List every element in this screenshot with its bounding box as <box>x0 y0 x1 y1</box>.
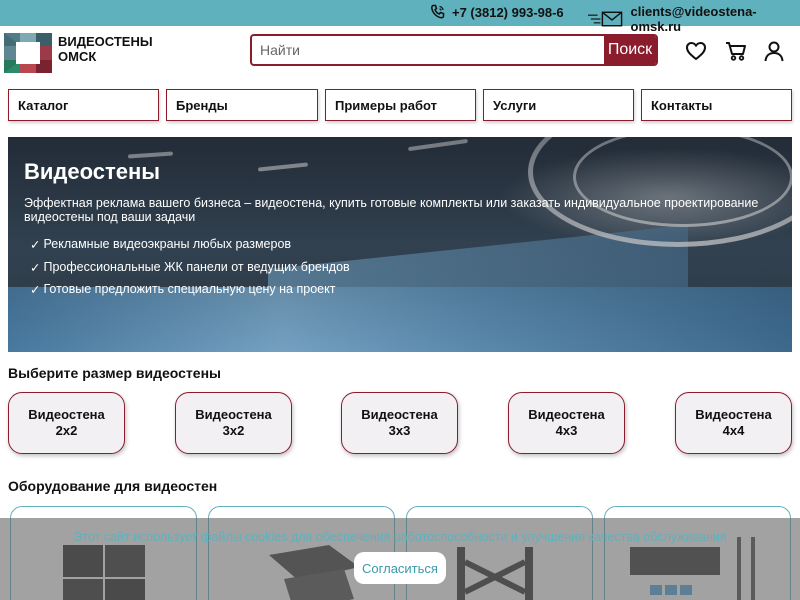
size-button-value: 4x4 <box>722 423 745 438</box>
size-button-label: Видеостена <box>28 407 105 422</box>
nav-item-contacts[interactable]: Контакты <box>641 89 792 121</box>
phone-link[interactable]: +7 (3812) 993-98-6 <box>430 4 564 20</box>
cookie-text: Этот сайт использует файлы cookies для о… <box>73 530 727 544</box>
cookie-accept-button[interactable]: Согласиться <box>354 552 446 584</box>
email-link[interactable]: clients@videostena-omsk.ru <box>588 4 800 34</box>
top-contact-bar: +7 (3812) 993-98-6 clients@videostena-om… <box>0 0 800 34</box>
hero-bullet: ✓ Рекламные видеоэкраны любых размеров <box>30 237 350 260</box>
phone-icon <box>431 4 445 19</box>
brand-line-2: ОМСК <box>58 49 97 64</box>
size-button-3x2[interactable]: Видеостена 3x2 <box>175 392 292 454</box>
equipment-section-title: Оборудование для видеостен <box>8 478 218 494</box>
size-button-value: 4x3 <box>555 423 578 438</box>
check-icon: ✓ <box>30 238 41 252</box>
nav-item-catalog[interactable]: Каталог <box>8 89 159 121</box>
size-button-label: Видеостена <box>195 407 272 422</box>
hero-title: Видеостены <box>24 159 161 184</box>
nav-item-brands[interactable]: Бренды <box>166 89 318 121</box>
brand-line-1: ВИДЕОСТЕНЫ <box>58 34 153 49</box>
size-button-value: 3x2 <box>222 423 245 438</box>
size-button-label: Видеостена <box>528 407 605 422</box>
check-icon: ✓ <box>30 283 41 297</box>
nav-item-services[interactable]: Услуги <box>483 89 634 121</box>
hero-bullet-text: Готовые предложить специальную цену на п… <box>43 282 336 296</box>
hero-banner: Видеостены Эффектная реклама вашего бизн… <box>8 137 792 352</box>
hero-bullet: ✓ Готовые предложить специальную цену на … <box>30 282 350 305</box>
size-button-3x3[interactable]: Видеостена 3x3 <box>341 392 458 454</box>
hero-bullet-text: Рекламные видеоэкраны любых размеров <box>43 237 292 251</box>
search-button[interactable]: Поиск <box>604 36 656 64</box>
phone-number[interactable]: +7 (3812) 993-98-6 <box>452 5 564 20</box>
cookie-banner: Этот сайт использует файлы cookies для о… <box>0 518 800 600</box>
size-button-value: 3x3 <box>388 423 411 438</box>
hero-bullet-text: Профессиональные ЖК панели от ведущих бр… <box>43 259 350 274</box>
mail-icon <box>588 11 623 27</box>
hero-bullet-list: ✓ Рекламные видеоэкраны любых размеров ✓ П… <box>30 237 350 305</box>
hero-description: Эффектная реклама вашего бизнеса – видео… <box>24 196 759 224</box>
size-button-2x2[interactable]: Видеостена 2x2 <box>8 392 125 454</box>
search-bar: Поиск <box>250 34 658 66</box>
size-button-4x4[interactable]: Видеостена 4x4 <box>675 392 792 454</box>
size-button-4x3[interactable]: Видеостена 4x3 <box>508 392 625 454</box>
heart-icon[interactable] <box>685 40 707 62</box>
search-input[interactable] <box>252 36 604 64</box>
size-button-label: Видеостена <box>361 407 438 422</box>
hero-bullet: ✓ Профессиональные ЖК панели от ведущих б… <box>30 260 350 283</box>
check-icon: ✓ <box>30 260 41 275</box>
size-button-value: 2x2 <box>55 423 78 438</box>
company-logo[interactable] <box>4 33 52 73</box>
nav-item-portfolio[interactable]: Примеры работ <box>325 89 476 121</box>
size-section-title: Выберите размер видеостены <box>8 365 221 381</box>
brand-name[interactable]: ВИДЕОСТЕНЫ ОМСК <box>58 34 153 64</box>
email-address[interactable]: clients@videostena-omsk.ru <box>631 4 800 34</box>
size-button-label: Видеостена <box>695 407 772 422</box>
user-icon[interactable] <box>763 40 785 62</box>
cart-icon[interactable] <box>725 40 747 62</box>
